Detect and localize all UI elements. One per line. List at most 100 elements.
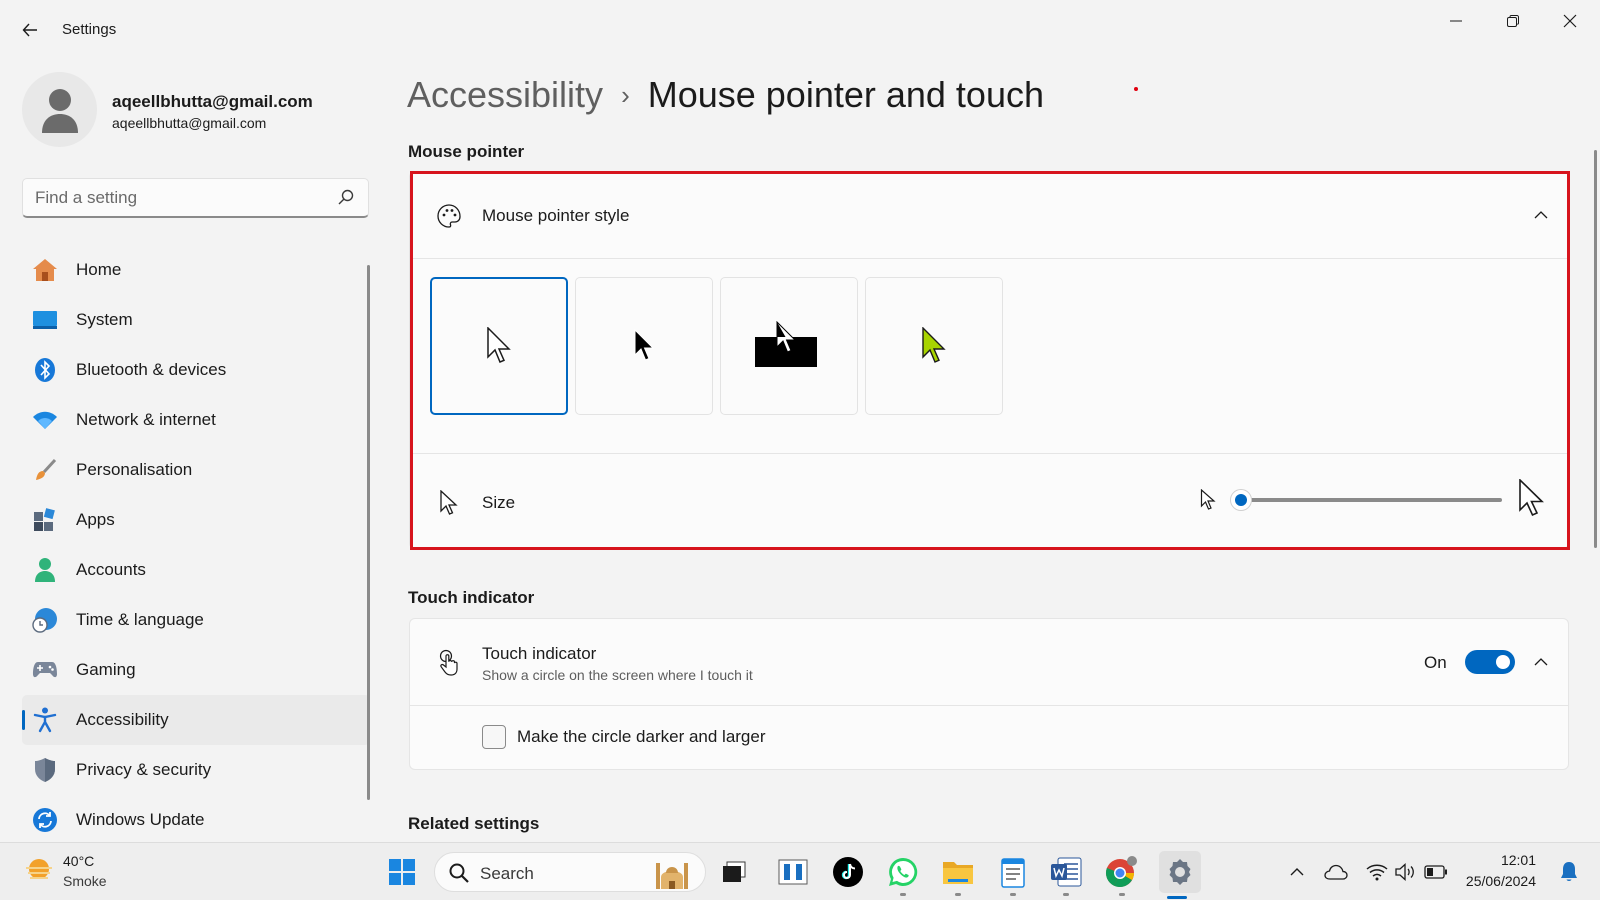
- taskbar-app-chrome[interactable]: [1104, 854, 1140, 896]
- account-icon: [32, 557, 58, 583]
- sidebar-item-home[interactable]: Home: [22, 245, 370, 295]
- back-arrow-icon: [22, 23, 37, 37]
- sidebar-item-personalisation[interactable]: Personalisation: [22, 445, 370, 495]
- sidebar-item-windows-update[interactable]: Windows Update: [22, 795, 370, 845]
- bell-icon: [1561, 862, 1577, 881]
- chevron-up-icon[interactable]: [1529, 650, 1553, 674]
- sidebar-item-accessibility[interactable]: Accessibility: [22, 695, 370, 745]
- sidebar-item-system[interactable]: System: [22, 295, 370, 345]
- find-setting-input[interactable]: [35, 179, 335, 217]
- sidebar-item-privacy-security[interactable]: Privacy & security: [22, 745, 370, 795]
- notifications-button[interactable]: [1556, 859, 1582, 885]
- sidebar-item-label: Accessibility: [76, 710, 169, 729]
- system-icon: [32, 307, 58, 333]
- tiktok-icon: [833, 857, 863, 887]
- whatsapp-icon: [889, 857, 918, 886]
- taskbar-app-settings[interactable]: [1159, 851, 1201, 899]
- title-bar: Settings: [0, 0, 1600, 60]
- darker-circle-checkbox[interactable]: [482, 725, 506, 749]
- wifi-icon: [32, 407, 58, 433]
- find-setting-box: [22, 178, 369, 218]
- taskbar-app-word[interactable]: [1048, 854, 1084, 896]
- main-scrollbar[interactable]: [1594, 150, 1597, 548]
- notepad-icon: [1001, 858, 1025, 888]
- touch-indicator-heading: Touch indicator: [408, 588, 535, 607]
- touch-indicator-description: Show a circle on the screen where I touc…: [482, 667, 753, 683]
- breadcrumb-parent[interactable]: Accessibility: [407, 74, 603, 116]
- cloud-icon: [1324, 864, 1348, 880]
- sidebar-item-accounts[interactable]: Accounts: [22, 545, 370, 595]
- restore-button[interactable]: [1490, 6, 1536, 36]
- touch-indicator-row[interactable]: Touch indicator Show a circle on the scr…: [410, 619, 1568, 705]
- active-app-indicator: [1167, 896, 1187, 899]
- update-icon: [32, 807, 58, 833]
- sidebar-item-label: Time & language: [76, 610, 204, 629]
- restore-icon: [1507, 15, 1519, 27]
- speaker-icon: [1395, 863, 1414, 881]
- sidebar-item-gaming[interactable]: Gaming: [22, 645, 370, 695]
- mouse-pointer-heading: Mouse pointer: [408, 142, 525, 161]
- task-view-button[interactable]: [717, 854, 753, 890]
- sidebar-item-apps[interactable]: Apps: [22, 495, 370, 545]
- close-button[interactable]: [1547, 6, 1593, 36]
- show-hidden-icons-button[interactable]: [1284, 859, 1310, 885]
- search-icon[interactable]: [338, 189, 356, 207]
- accessibility-icon: [32, 707, 58, 733]
- running-indicator: [1119, 893, 1125, 896]
- chrome-icon: [1105, 856, 1137, 887]
- sidebar-item-label: Privacy & security: [76, 760, 212, 779]
- onedrive-tray[interactable]: [1323, 859, 1349, 885]
- sidebar-item-time-language[interactable]: Time & language: [22, 595, 370, 645]
- search-highlight-mosque-icon: [656, 863, 688, 889]
- breadcrumb-chevron-icon: ›: [621, 79, 630, 110]
- sidebar-item-label: Accounts: [76, 560, 146, 579]
- app-title: Settings: [62, 21, 117, 38]
- apps-icon: [32, 507, 58, 533]
- sidebar-item-label: Network & internet: [76, 410, 216, 429]
- darker-circle-label[interactable]: Make the circle darker and larger: [517, 727, 766, 747]
- taskbar: 40°C Smoke Search 12:01 25/06/2024: [0, 842, 1600, 900]
- battery-icon: [1424, 865, 1447, 879]
- card-divider: [410, 705, 1568, 706]
- sidebar-item-label: Apps: [76, 510, 115, 529]
- sidebar-item-label: Personalisation: [76, 460, 193, 479]
- sidebar-item-bluetooth[interactable]: Bluetooth & devices: [22, 345, 370, 395]
- running-indicator: [900, 893, 906, 896]
- weather-temperature: 40°C: [63, 853, 95, 869]
- touch-indicator-toggle[interactable]: [1465, 650, 1515, 674]
- user-profile[interactable]: aqeellbhutta@gmail.com aqeellbhutta@gmai…: [22, 72, 362, 148]
- task-view-icon: [723, 861, 746, 882]
- shield-icon: [32, 757, 58, 783]
- close-icon: [1563, 14, 1577, 28]
- breadcrumb: Accessibility › Mouse pointer and touch: [407, 72, 1044, 118]
- network-tray[interactable]: [1364, 859, 1390, 885]
- brush-icon: [32, 457, 58, 483]
- sidebar-item-network[interactable]: Network & internet: [22, 395, 370, 445]
- minimize-button[interactable]: [1433, 6, 1479, 36]
- chevron-up-icon: [1290, 868, 1304, 876]
- settings-gear-icon: [1169, 859, 1191, 885]
- volume-tray[interactable]: [1393, 859, 1419, 885]
- related-settings-heading: Related settings: [408, 814, 540, 833]
- taskbar-app-widgets[interactable]: [775, 854, 811, 890]
- taskbar-app-notepad[interactable]: [995, 854, 1031, 896]
- bluetooth-icon: [32, 357, 58, 383]
- gamepad-icon: [32, 657, 58, 683]
- annotation-highlight-box: [410, 171, 1570, 550]
- touch-indicator-label: Touch indicator: [482, 644, 597, 663]
- sidebar-scrollbar[interactable]: [367, 265, 370, 800]
- wifi-icon: [1366, 864, 1388, 881]
- start-button[interactable]: [384, 854, 420, 890]
- taskbar-search[interactable]: Search: [434, 852, 706, 892]
- profile-name: aqeellbhutta@gmail.com: [112, 92, 313, 111]
- folder-icon: [943, 862, 973, 884]
- sidebar-nav: Home System Bluetooth & devices Network …: [22, 245, 370, 845]
- taskbar-app-whatsapp[interactable]: [885, 854, 921, 896]
- battery-tray[interactable]: [1423, 859, 1449, 885]
- back-button[interactable]: [16, 16, 44, 44]
- sidebar-item-label: Gaming: [76, 660, 136, 679]
- sidebar-item-label: System: [76, 310, 133, 329]
- taskbar-app-tiktok[interactable]: [830, 854, 866, 890]
- taskbar-app-file-explorer[interactable]: [940, 854, 976, 896]
- clock-date: 25/06/2024: [1465, 873, 1536, 889]
